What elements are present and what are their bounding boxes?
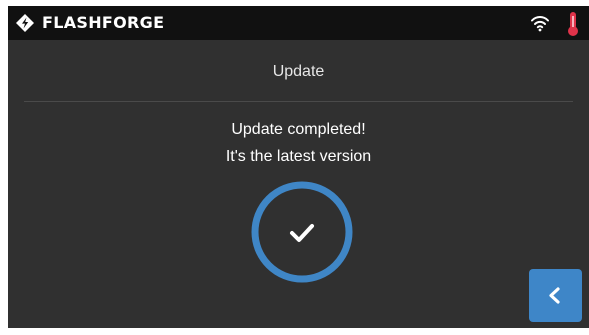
check-icon	[290, 224, 314, 242]
flashforge-logo-icon	[16, 14, 34, 32]
header-divider	[24, 101, 573, 102]
thermometer-icon	[568, 12, 578, 36]
update-complete-ring	[251, 181, 353, 283]
chevron-left-icon	[549, 287, 560, 304]
back-button[interactable]	[529, 269, 582, 322]
wifi-icon	[531, 16, 549, 32]
top-status-bar: FLASHFORGE	[8, 6, 589, 40]
version-status-message: It's the latest version	[225, 148, 372, 165]
brand-name: FLASHFORGE	[42, 13, 165, 32]
brand: FLASHFORGE	[16, 13, 164, 33]
page-title: Update	[272, 63, 325, 80]
printer-screen: FLASHFORGE Update Update completed! It's…	[8, 6, 589, 328]
update-status-message: Update completed!	[231, 121, 366, 138]
